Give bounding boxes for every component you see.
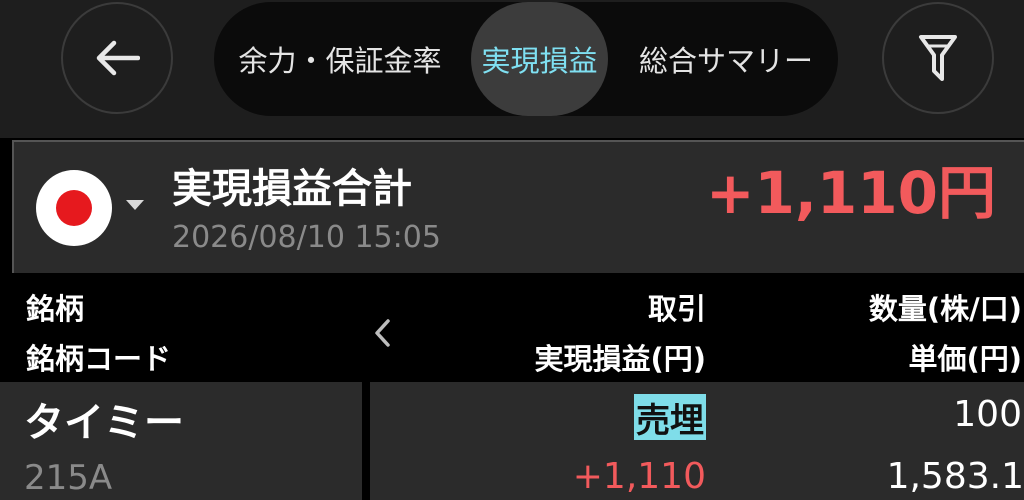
back-button[interactable] [61,2,173,114]
summary-title: 実現損益合計 [172,166,412,212]
trade-type-badge: 売埋 [634,394,706,441]
stock-name: タイミー [24,400,184,446]
column-header-price: 単価(円) [908,342,1022,376]
row-quantity: 100 [953,394,1022,435]
column-header-trade: 取引 [647,292,706,326]
top-navigation-bar: 余力・保証金率 実現損益 総合サマリー [0,0,1024,138]
column-header-qty: 数量(株/口) [868,292,1022,326]
column-header-pnl: 実現損益(円) [534,342,706,376]
scroll-left-button[interactable] [368,316,396,350]
column-header-code: 銘柄コード [26,342,172,376]
chevron-down-icon[interactable] [126,200,144,210]
arrow-left-icon [96,40,140,76]
summary-total-value: +1,110円 [705,159,996,227]
realized-pnl-summary: 実現損益合計 2026/08/10 15:05 +1,110円 [12,140,1024,273]
row-unit-price: 1,583.1 [886,456,1024,497]
segment-tabs: 余力・保証金率 実現損益 総合サマリー [214,2,838,116]
tab-margin-ratio[interactable]: 余力・保証金率 [214,2,466,116]
filter-button[interactable] [882,2,994,114]
tab-realized-pnl[interactable]: 実現損益 [471,2,608,116]
chevron-left-icon [375,319,390,347]
filter-icon [919,35,957,81]
tab-overall-summary[interactable]: 総合サマリー [614,2,838,116]
stock-code: 215A [24,458,113,498]
summary-datetime: 2026/08/10 15:05 [172,220,441,255]
row-realized-pnl: +1,110 [572,456,706,497]
column-header-name: 銘柄 [26,292,85,326]
japan-flag-icon[interactable] [36,170,112,246]
